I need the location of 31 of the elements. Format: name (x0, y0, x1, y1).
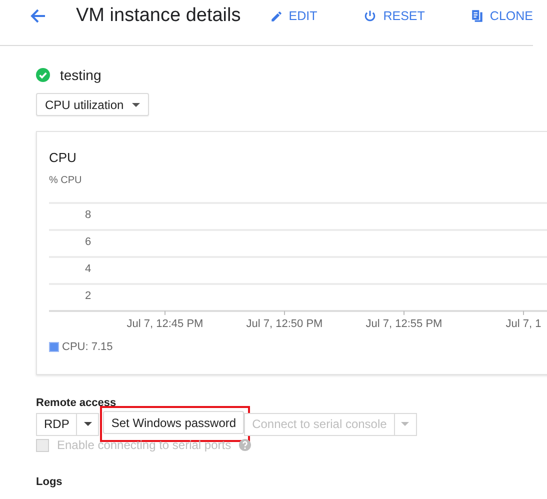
legend-label: CPU: 7.15 (62, 341, 113, 353)
caret-icon (401, 422, 410, 426)
checkbox-label: Enable connecting to serial ports (57, 438, 232, 452)
pencil-icon (270, 10, 283, 22)
section-label: Logs (36, 476, 64, 488)
set-password-button[interactable]: Set Windows password (103, 411, 244, 434)
x-tick-label: Jul 7, 12:50 PM (246, 318, 323, 330)
back-arrow-icon[interactable] (30, 8, 46, 24)
x-tick-label: Jul 7, 12:45 PM (126, 318, 204, 330)
y-tick-label: 6 (85, 236, 92, 248)
copy-document-icon (470, 9, 484, 23)
y-axis-label: % CPU (49, 175, 83, 186)
x-tick-label: Jul 7, 1 (506, 318, 542, 330)
instance-name: testing (60, 67, 102, 83)
caret-icon (132, 102, 140, 106)
page-title: VM instance details (76, 5, 241, 27)
edit-button[interactable]: EDIT (270, 9, 318, 23)
protocol-split-button[interactable]: RDP (36, 412, 100, 436)
clone-button[interactable]: CLONE (470, 9, 533, 23)
section-label: Remote access (36, 397, 118, 409)
metric-dropdown[interactable]: CPU utilization (36, 93, 149, 116)
help-icon[interactable] (239, 439, 252, 451)
chart-title: CPU (49, 150, 78, 165)
protocol-button[interactable]: RDP (37, 414, 76, 434)
power-icon (363, 9, 378, 23)
caret-icon (84, 422, 92, 426)
reset-button[interactable]: RESET (363, 9, 425, 23)
y-tick-label: 8 (85, 209, 92, 221)
y-tick-label: 4 (85, 263, 92, 275)
y-tick-label: 2 (85, 290, 92, 302)
x-tick-label: Jul 7, 12:55 PM (366, 318, 442, 330)
